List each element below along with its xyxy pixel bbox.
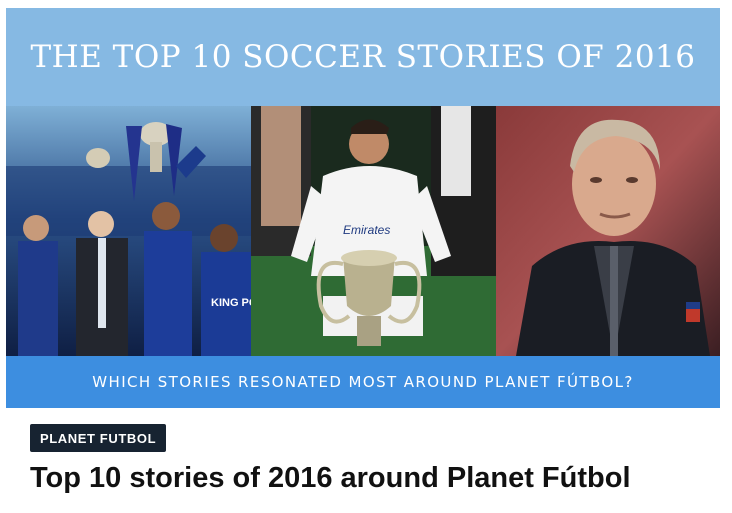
jersey-sponsor-text: KING POWER [211, 297, 251, 309]
hero-top-banner: THE TOP 10 SOCCER STORIES OF 2016 [6, 8, 720, 106]
hero-subtitle: WHICH STORIES RESONATED MOST AROUND PLAN… [92, 373, 634, 391]
jersey-sponsor-text-2: Emirates [343, 223, 390, 237]
coach-portrait-photo [496, 106, 720, 356]
hero-bottom-banner: WHICH STORIES RESONATED MOST AROUND PLAN… [6, 356, 720, 408]
trophy-celebration-photo: KING POWER [6, 106, 251, 356]
hero-graphic[interactable]: THE TOP 10 SOCCER STORIES OF 2016 KING P… [6, 8, 720, 408]
hero-title: THE TOP 10 SOCCER STORIES OF 2016 [30, 39, 696, 75]
hero-photo-strip: KING POWER Emirates [6, 106, 720, 356]
article-headline[interactable]: Top 10 stories of 2016 around Planet Fút… [30, 462, 631, 495]
category-tag[interactable]: PLANET FUTBOL [30, 424, 167, 452]
champions-trophy-photo: Emirates [251, 106, 496, 356]
